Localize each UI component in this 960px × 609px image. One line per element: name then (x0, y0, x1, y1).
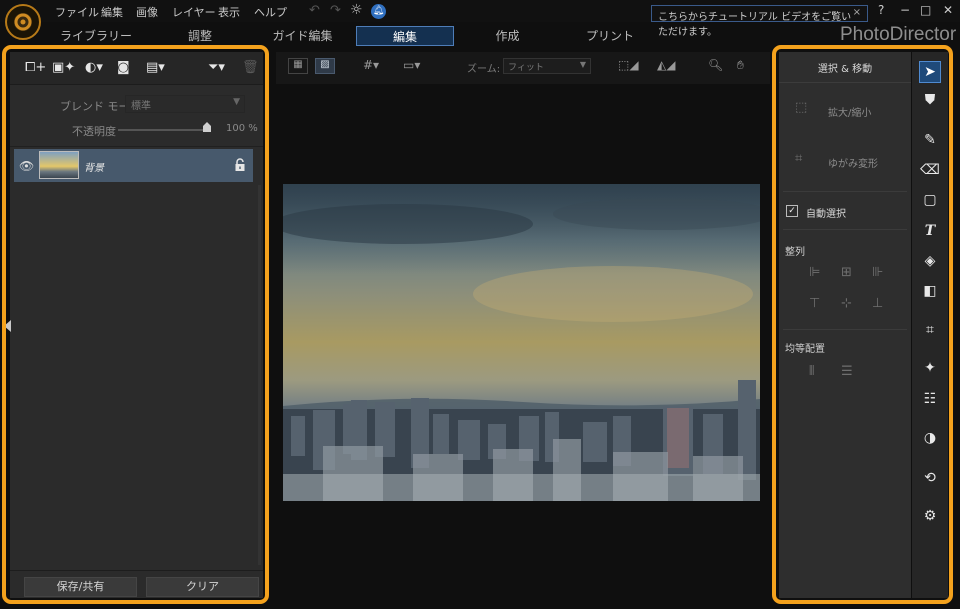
notification-icon[interactable]: 🔔︎ (371, 4, 386, 19)
hand-pan-icon[interactable]: ✋︎ (737, 58, 744, 73)
highlight-outline-left (2, 45, 269, 604)
menu-help[interactable]: ヘルプ (254, 4, 287, 20)
menu-view[interactable]: 表示 (218, 4, 240, 20)
close-icon[interactable]: × (853, 7, 861, 18)
grid-icon[interactable]: #▾ (363, 58, 379, 72)
close-window-button[interactable]: ✕ (943, 3, 953, 17)
tab-guided-edit[interactable]: ガイド編集 (265, 26, 340, 46)
maximize-button[interactable]: □ (920, 3, 931, 17)
brand-name: PhotoDirector (840, 24, 957, 45)
settings-gear-icon[interactable]: ☼ (350, 2, 363, 18)
tab-adjust[interactable]: 調整 (170, 26, 230, 46)
zoom-select[interactable]: フィット ▼ (503, 58, 591, 74)
highlight-outline-right (772, 45, 953, 604)
flip-icon[interactable]: ◭◢ (657, 58, 675, 72)
tab-library[interactable]: ライブラリー (55, 26, 137, 46)
menu-image[interactable]: 画像 (136, 4, 158, 20)
tab-edit[interactable]: 編集 (356, 26, 454, 46)
single-view-icon[interactable]: ▨ (315, 58, 335, 74)
redo-icon[interactable]: ↷ (330, 3, 341, 18)
compare-view-icon[interactable]: ▦ (288, 58, 308, 74)
tab-print[interactable]: プリント (580, 26, 640, 46)
app-logo-icon[interactable] (5, 4, 41, 40)
undo-icon[interactable]: ↶ (309, 3, 320, 18)
help-icon[interactable]: ? (878, 3, 884, 17)
menu-file[interactable]: ファイル (55, 4, 99, 20)
menu-layer[interactable]: レイヤー (172, 4, 216, 20)
tutorial-banner-text: こちらからチュートリアル ビデオをご覧いただけます。 (658, 12, 852, 38)
photo-canvas[interactable] (283, 184, 760, 501)
rotate-icon[interactable]: ⬚◢ (618, 58, 639, 72)
minimize-button[interactable]: − (900, 3, 910, 17)
chevron-down-icon: ▼ (579, 60, 586, 69)
tutorial-banner[interactable]: こちらからチュートリアル ビデオをご覧いただけます。 × (651, 5, 868, 38)
menu-edit[interactable]: 編集 (101, 4, 123, 20)
zoom-label: ズーム: (467, 64, 501, 75)
zoom-icon[interactable]: 🔍︎ (708, 58, 723, 72)
display-icon[interactable]: ▭▾ (403, 58, 420, 72)
tab-create[interactable]: 作成 (480, 26, 535, 46)
zoom-value: フィット (508, 63, 544, 73)
